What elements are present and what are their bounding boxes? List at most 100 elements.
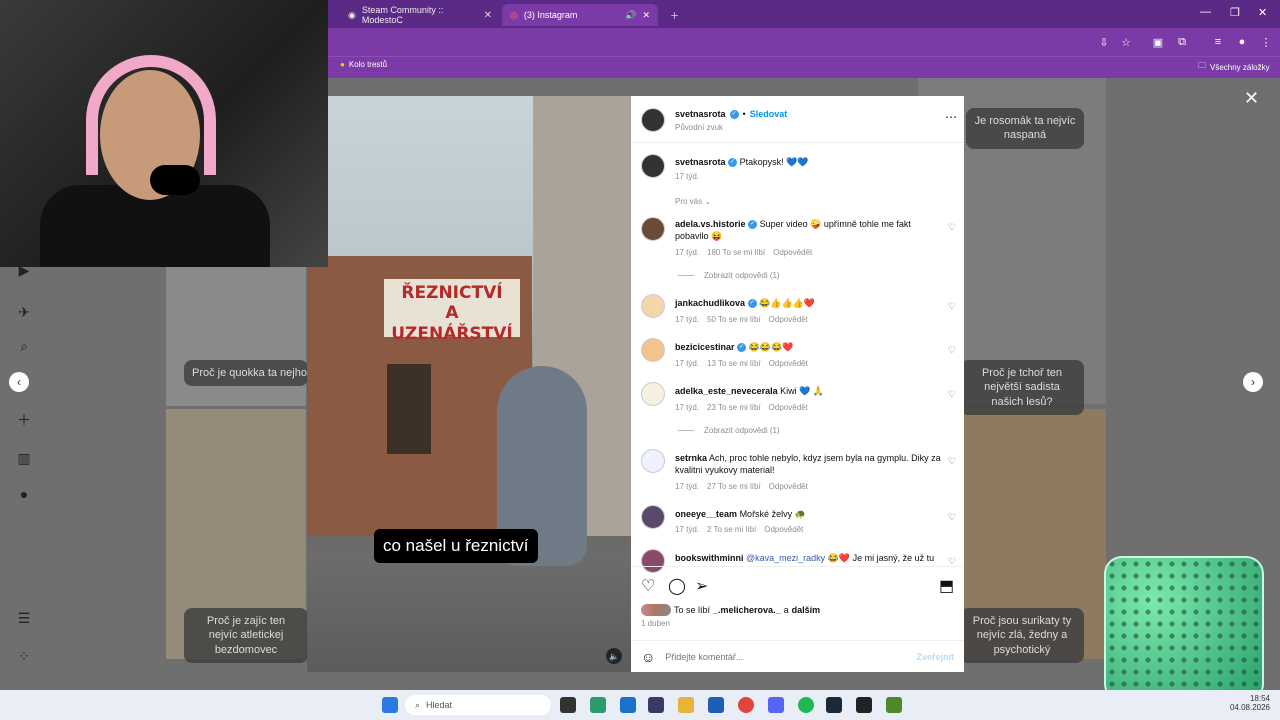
likes-others[interactable]: dalším — [792, 605, 821, 615]
previous-arrow-icon[interactable]: ‹ — [9, 372, 29, 392]
author-name[interactable]: svetnasrota — [675, 109, 726, 119]
avatar[interactable] — [641, 549, 665, 573]
emoji-icon[interactable]: ☺ — [641, 649, 655, 665]
chrome-icon[interactable] — [738, 697, 754, 713]
minimize-icon[interactable]: — — [1200, 6, 1211, 18]
heart-icon[interactable]: ♡ — [948, 456, 956, 467]
app-icon[interactable] — [856, 697, 872, 713]
share-icon[interactable]: ➢ — [695, 576, 708, 596]
file-explorer-icon[interactable] — [678, 697, 694, 713]
puzzle-icon[interactable]: ⧉ — [1174, 34, 1190, 50]
edge-icon[interactable] — [620, 697, 636, 713]
reply-button[interactable]: Odpovědět — [764, 525, 803, 534]
next-arrow-icon[interactable]: › — [1243, 372, 1263, 392]
speaker-icon[interactable]: 🔊 — [625, 10, 636, 21]
like-count[interactable]: 180 To se mi líbí — [707, 248, 765, 257]
reply-button[interactable]: Odpovědět — [769, 403, 808, 412]
messages-icon[interactable]: ✈ — [14, 302, 34, 322]
comment-author[interactable]: jankachudlikova — [675, 298, 745, 308]
avatar[interactable] — [641, 505, 665, 529]
maximize-icon[interactable]: ❐ — [1230, 6, 1240, 19]
avatar[interactable] — [641, 217, 665, 241]
avatar[interactable] — [641, 108, 665, 132]
new-tab-button[interactable]: ＋ — [662, 4, 687, 26]
discord-icon[interactable] — [768, 697, 784, 713]
install-icon[interactable]: ⇩ — [1096, 34, 1112, 50]
comment-author[interactable]: adelka_este_nevecerala — [675, 386, 778, 396]
mail-icon[interactable] — [708, 697, 724, 713]
comment-author[interactable]: setrnka — [675, 453, 707, 463]
heart-icon[interactable]: ♡ — [948, 222, 956, 233]
likes-user[interactable]: _.melicherova._ — [713, 605, 781, 615]
windows-start-icon[interactable] — [382, 697, 398, 713]
app-icon[interactable] — [590, 697, 606, 713]
like-count[interactable]: 13 To se mi líbí — [707, 359, 761, 368]
profile-avatar[interactable]: ● — [1234, 34, 1250, 50]
media-icon[interactable]: ≡ — [1210, 34, 1226, 50]
more-apps-icon[interactable]: ⁘ — [14, 646, 34, 666]
task-view-icon[interactable] — [560, 697, 576, 713]
avatar[interactable] — [641, 382, 665, 406]
publish-button[interactable]: Zveřejnit — [916, 652, 954, 662]
reply-button[interactable]: Odpovědět — [769, 482, 808, 491]
avatar[interactable] — [641, 338, 665, 362]
heart-icon[interactable]: ♡ — [948, 301, 956, 312]
avatar[interactable] — [641, 294, 665, 318]
heart-icon[interactable]: ♡ — [948, 512, 956, 523]
comment-author[interactable]: bezicicestinar — [675, 342, 735, 352]
reply-button[interactable]: Odpovědět — [769, 315, 808, 324]
timestamp: 17 týd. — [675, 525, 700, 534]
tab-steam[interactable]: ◉ Steam Community :: ModestoC ✕ — [340, 4, 500, 26]
caption-author[interactable]: svetnasrota — [675, 157, 726, 167]
avatar[interactable] — [641, 449, 665, 473]
heart-icon[interactable]: ♡ — [948, 389, 956, 400]
close-window-icon[interactable]: ✕ — [1258, 6, 1267, 19]
app-icon[interactable] — [648, 697, 664, 713]
more-options-icon[interactable]: ⋯ — [945, 110, 957, 124]
bookmark-item[interactable]: ● Kolo trestů — [340, 60, 387, 69]
create-icon[interactable]: ＋ — [14, 410, 34, 430]
comment-icon[interactable]: ◯ — [668, 576, 686, 596]
app-icon[interactable] — [886, 697, 902, 713]
spotify-icon[interactable] — [798, 697, 814, 713]
view-replies[interactable]: Zobrazit odpovědi (1) — [678, 271, 780, 280]
dashboard-icon[interactable]: ▥ — [14, 448, 34, 468]
comment-author[interactable]: bookswithminni — [675, 553, 744, 563]
comment-author[interactable]: adela.vs.historie — [675, 219, 746, 229]
follow-button[interactable]: Sledovat — [750, 109, 788, 119]
reply-button[interactable]: Odpovědět — [769, 359, 808, 368]
close-tab-icon[interactable]: ✕ — [642, 10, 650, 21]
for-you-filter[interactable]: Pro vás ⌄ — [675, 197, 711, 206]
close-tab-icon[interactable]: ✕ — [484, 10, 492, 21]
audio-label[interactable]: Původní zvuk — [675, 123, 723, 132]
profile-icon[interactable]: ● — [14, 484, 34, 504]
like-icon[interactable]: ♡ — [641, 576, 655, 596]
steam-icon[interactable] — [826, 697, 842, 713]
reply-button[interactable]: Odpovědět — [773, 248, 812, 257]
taskbar-search[interactable]: ⌕ Hledat — [405, 695, 551, 715]
view-replies[interactable]: Zobrazit odpovědi (1) — [678, 426, 780, 435]
menu-icon[interactable]: ⋮ — [1258, 34, 1274, 50]
like-count[interactable]: 23 To se mi líbí — [707, 403, 761, 412]
bookmark-icon[interactable]: ⬒ — [939, 576, 954, 596]
star-icon[interactable]: ☆ — [1118, 34, 1134, 50]
like-count[interactable]: 50 To se mi líbí — [707, 315, 761, 324]
clock[interactable]: 18:54 04.08.2026 — [1228, 694, 1270, 712]
menu-icon[interactable]: ☰ — [14, 608, 34, 628]
all-bookmarks[interactable]: 🗀 Všechny záložky — [1198, 60, 1270, 74]
reel-video[interactable]: ŘEZNICTVÍ A UZENÁŘSTVÍ — [307, 96, 631, 672]
comment-author[interactable]: oneeye__team — [675, 509, 737, 519]
close-icon[interactable]: ✕ — [1244, 88, 1259, 109]
divider — [678, 275, 694, 276]
like-count[interactable]: 27 To se mi líbí — [707, 482, 761, 491]
mute-icon[interactable]: 🔈 — [606, 648, 622, 664]
heart-icon[interactable]: ♡ — [948, 345, 956, 356]
search-icon[interactable]: ⌕ — [14, 336, 34, 356]
comment-input[interactable] — [665, 651, 886, 662]
tab-instagram[interactable]: ◎ (3) Instagram 🔊 ✕ — [502, 4, 658, 26]
avatar[interactable] — [641, 154, 665, 178]
reel-caption: Proč je quokka ta nejhorší psychopatická — [184, 360, 308, 387]
mention-link[interactable]: @kava_mezi_radky — [746, 553, 825, 563]
like-count[interactable]: 2 To se mi líbí — [707, 525, 756, 534]
extension-icon[interactable]: ▣ — [1150, 34, 1166, 50]
